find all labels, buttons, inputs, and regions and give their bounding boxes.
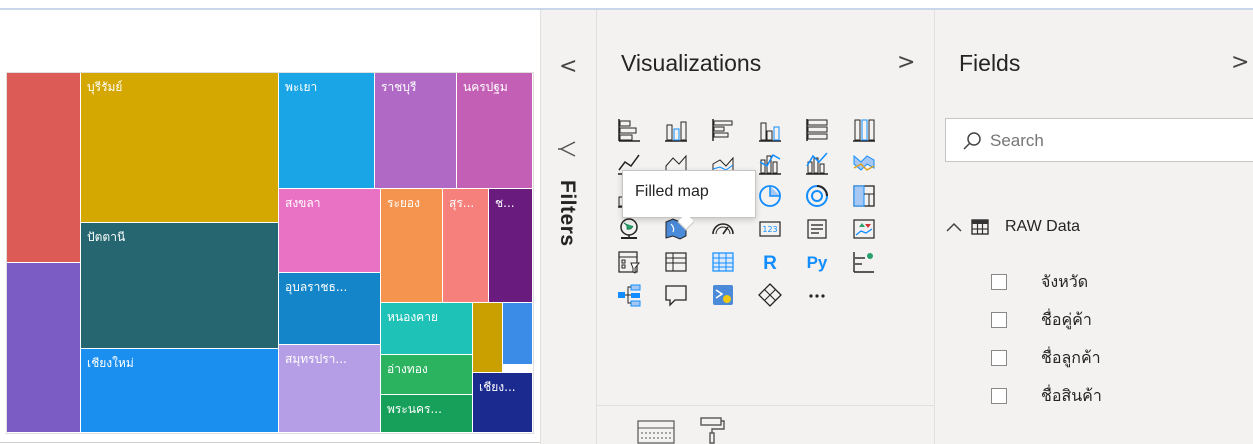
canvas-bottom-divider <box>0 442 540 443</box>
field-item[interactable]: ชื่อสินค้า <box>991 381 1102 411</box>
field-item[interactable]: จังหวัด <box>991 267 1088 297</box>
filters-pane-collapsed[interactable]: < Filters <box>540 10 596 444</box>
treemap-tile[interactable]: ระยอง <box>381 189 442 302</box>
filled-map-tooltip: Filled map <box>622 170 756 218</box>
field-label: ชื่อลูกค้า <box>1041 347 1101 367</box>
field-checkbox[interactable] <box>991 312 1007 328</box>
report-canvas: บุรีรัมย์ ปัตตานี เชียงใหม่ พะเยา ราชบุรี นคร… <box>0 10 540 444</box>
treemap-tile[interactable]: สงขลา <box>279 189 380 272</box>
treemap-tile[interactable]: ปัตตานี <box>81 223 278 348</box>
treemap-tile[interactable]: พระนคร... <box>381 395 472 432</box>
pie-chart-icon[interactable] <box>756 182 784 210</box>
treemap-tile[interactable]: อ่างทอง <box>381 355 472 394</box>
treemap-tile[interactable]: หนองคาย <box>381 303 472 354</box>
line-and-clustered-column-chart-icon[interactable] <box>803 149 831 177</box>
field-item[interactable]: ชื่อคู่ค้า <box>991 305 1092 335</box>
treemap-tile[interactable]: เชียงใหม่ <box>81 349 278 432</box>
field-label: ชื่อสินค้า <box>1041 385 1102 405</box>
decomposition-tree-icon[interactable] <box>615 281 643 309</box>
python-visual-icon[interactable]: Py <box>803 248 831 276</box>
donut-chart-icon[interactable] <box>803 182 831 210</box>
table-raw-data[interactable]: RAW Data <box>945 215 1080 239</box>
fields-pane: Fields > RAW Data จังหวัดชื่อคู่ค้าชื่อล… <box>934 10 1253 444</box>
treemap-tile[interactable]: สมุทรปรา... <box>279 345 380 432</box>
treemap-tile[interactable]: ราชบุรี <box>375 73 456 188</box>
chevron-up-icon[interactable] <box>945 220 963 234</box>
expand-filters-chevron-icon[interactable]: < <box>559 54 577 79</box>
key-influencers-icon[interactable] <box>850 248 878 276</box>
clustered-column-chart-icon[interactable] <box>756 116 784 144</box>
collapse-visualizations-chevron-icon[interactable]: > <box>897 50 915 75</box>
slicer-icon[interactable] <box>615 248 643 276</box>
search-input[interactable] <box>990 127 1230 155</box>
clustered-bar-chart-icon[interactable] <box>709 116 737 144</box>
line-and-stacked-column-chart-icon[interactable] <box>756 149 784 177</box>
filters-label[interactable]: Filters <box>555 180 579 247</box>
treemap-tile[interactable]: นครปฐม <box>457 73 532 188</box>
treemap-tile[interactable] <box>503 303 532 364</box>
fields-title: Fields <box>959 50 1021 76</box>
stacked-bar-chart-icon[interactable] <box>615 116 643 144</box>
ribbon-chart-icon[interactable] <box>850 149 878 177</box>
card-icon[interactable]: 123 <box>756 215 784 243</box>
treemap-tile[interactable]: ช... <box>489 189 532 302</box>
100-stacked-bar-chart-icon[interactable] <box>803 116 831 144</box>
svg-text:Py: Py <box>807 253 828 272</box>
map-icon[interactable] <box>615 215 643 243</box>
smart-narrative-icon[interactable] <box>709 281 737 309</box>
r-script-visual-icon[interactable]: R <box>756 248 784 276</box>
svg-text:123: 123 <box>762 225 777 234</box>
collapse-fields-chevron-icon[interactable]: > <box>1231 50 1249 75</box>
treemap-tile[interactable]: เชียง... <box>473 373 532 432</box>
field-checkbox[interactable] <box>991 388 1007 404</box>
field-checkbox[interactable] <box>991 350 1007 366</box>
multi-row-card-icon[interactable] <box>803 215 831 243</box>
treemap-tile[interactable] <box>473 303 502 372</box>
field-checkbox[interactable] <box>991 274 1007 290</box>
treemap-tile[interactable]: บุรีรัมย์ <box>81 73 278 222</box>
gauge-icon[interactable] <box>709 215 737 243</box>
kpi-icon[interactable] <box>850 215 878 243</box>
100-stacked-column-chart-icon[interactable] <box>850 116 878 144</box>
treemap-visual[interactable]: บุรีรัมย์ ปัตตานี เชียงใหม่ พะเยา ราชบุรี นคร… <box>6 72 534 434</box>
build-visual-tab-icon[interactable] <box>637 420 675 444</box>
treemap-icon[interactable] <box>850 182 878 210</box>
visualizations-title: Visualizations <box>621 50 762 76</box>
treemap-tile[interactable] <box>7 73 80 262</box>
powerbi-report-editor: บุรีรัมย์ ปัตตานี เชียงใหม่ พะเยา ราชบุรี นคร… <box>0 0 1253 444</box>
search-icon <box>963 132 981 150</box>
visualizations-pane: Visualizations > 123 R Py <box>596 10 935 444</box>
treemap-tile[interactable]: อุบลราชธ... <box>279 273 380 344</box>
pane-divider <box>597 405 935 406</box>
qa-icon[interactable] <box>662 281 690 309</box>
field-label: จังหวัด <box>1041 271 1089 291</box>
table-icon[interactable] <box>662 248 690 276</box>
svg-text:R: R <box>763 253 777 274</box>
field-label: ชื่อคู่ค้า <box>1041 309 1092 329</box>
top-border <box>0 0 1253 10</box>
table-name-label: RAW Data <box>1005 218 1080 235</box>
table-icon <box>971 219 989 235</box>
stacked-column-chart-icon[interactable] <box>662 116 690 144</box>
treemap-tile[interactable]: พะเยา <box>279 73 374 188</box>
treemap-tile[interactable]: สุร... <box>443 189 488 302</box>
matrix-icon[interactable] <box>709 248 737 276</box>
more-visuals-icon[interactable] <box>803 281 831 309</box>
filter-funnel-icon <box>558 141 576 157</box>
power-apps-icon[interactable] <box>756 281 784 309</box>
treemap-tile[interactable] <box>7 263 80 432</box>
format-paint-roller-icon[interactable] <box>697 416 727 444</box>
fields-search-box[interactable] <box>945 118 1253 162</box>
field-item[interactable]: ชื่อลูกค้า <box>991 343 1101 373</box>
